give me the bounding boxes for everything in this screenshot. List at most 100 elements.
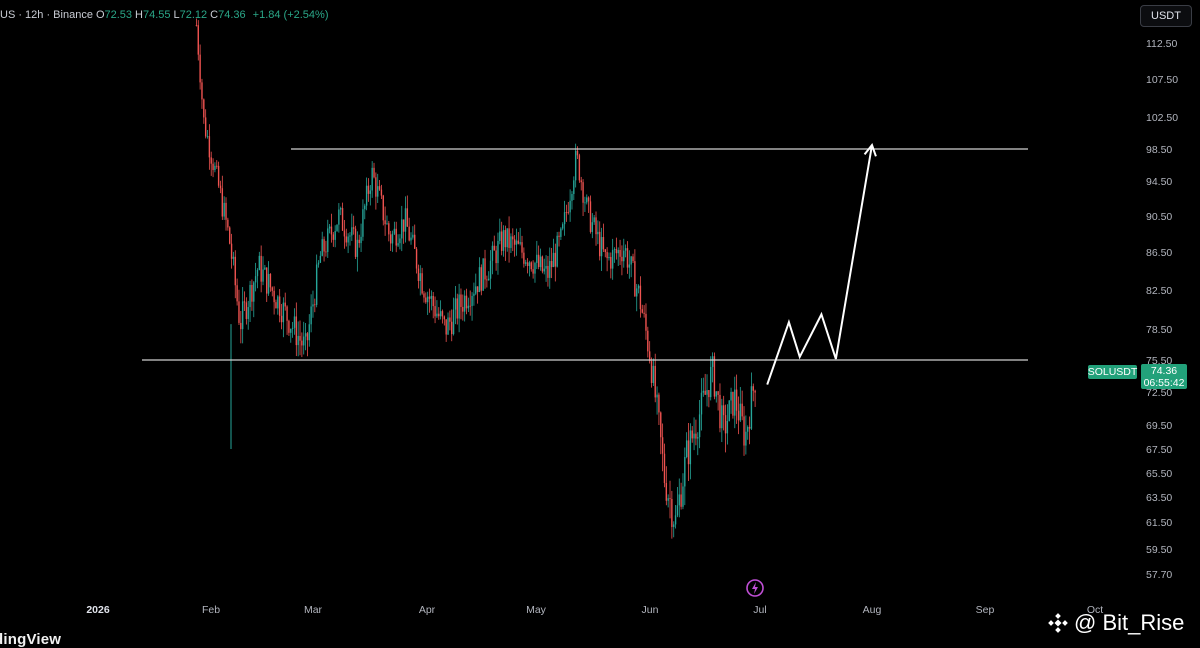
currency-button[interactable]: USDT [1140, 5, 1192, 27]
last-price: 74.36 [1150, 365, 1178, 377]
candle-body [439, 311, 442, 317]
candle-body [560, 228, 562, 237]
candle-body [195, 25, 198, 26]
candle-body [267, 273, 270, 294]
candle-body [589, 201, 592, 232]
candle-body [214, 165, 216, 171]
candle-body [438, 313, 440, 317]
projection-path [766, 142, 877, 385]
candle-body [678, 494, 680, 506]
candle-body [652, 365, 655, 383]
candle-body [711, 356, 714, 367]
candle-body [656, 394, 658, 398]
candle-body [643, 312, 645, 314]
candle-body [262, 269, 264, 282]
candle-body [319, 255, 322, 263]
candle-body [562, 224, 564, 229]
candle-body [704, 390, 706, 395]
candle-body [304, 333, 307, 337]
candle-body [602, 237, 605, 250]
candle-body [636, 288, 638, 297]
candle-body [321, 239, 323, 256]
last-price-badge: 74.36 06:55:42 [1141, 364, 1187, 389]
candle-body [734, 389, 736, 416]
candle-body [445, 319, 447, 335]
candle-body [476, 286, 479, 293]
candle-body [543, 268, 545, 272]
candle-body [362, 209, 364, 237]
time-tick-label: Mar [304, 604, 323, 616]
price-tick-label: 90.50 [1146, 211, 1172, 223]
candle-body [236, 285, 238, 302]
candle-body [330, 226, 333, 235]
price-tick-label: 57.70 [1146, 569, 1172, 581]
candle-body [245, 302, 248, 319]
candle-body [571, 193, 573, 201]
symbol-price-tag: SOLUSDT [1087, 365, 1138, 379]
projection-polyline[interactable] [766, 144, 873, 385]
candle-body [743, 416, 745, 446]
candle-body [253, 282, 255, 302]
change-value: +1.84 (+2.54%) [252, 9, 329, 21]
candle-body [216, 165, 218, 167]
candle-body [277, 296, 279, 309]
candle-body [499, 231, 501, 241]
candle-body [391, 233, 394, 244]
price-chart[interactable]: 112.50 107.50 102.50 98.50 94.50 90.50 86.50 82… [0, 0, 1200, 648]
candle-body [654, 365, 656, 398]
candle-body [303, 336, 305, 346]
candle-body [473, 293, 475, 296]
candle-body [408, 226, 410, 241]
candle-body [482, 258, 484, 291]
candle-body [565, 212, 568, 214]
candle-body [378, 186, 381, 190]
candle-body [454, 298, 457, 310]
candle-body [386, 223, 388, 225]
candle-body [747, 426, 749, 432]
candle-body [569, 200, 571, 213]
time-tick-label: May [526, 604, 547, 616]
price-tick-label: 78.50 [1146, 324, 1172, 336]
price-tick-label: 69.50 [1146, 420, 1172, 432]
time-tick-label: Jun [642, 604, 659, 616]
candle-body [517, 240, 520, 244]
candle-body [717, 391, 719, 395]
candle-body [428, 296, 431, 299]
candle-body [502, 230, 505, 251]
candle-body [284, 302, 286, 307]
candle-body [240, 322, 242, 330]
watermark-handle: @ Bit_Rise [1074, 610, 1185, 635]
candle-body [425, 297, 427, 303]
candle-body [475, 286, 477, 294]
candle-body [493, 245, 495, 251]
candle-body [508, 228, 510, 248]
candle-body [382, 195, 384, 221]
candle-body [500, 231, 503, 251]
candle-body [264, 267, 266, 270]
candle-body [695, 433, 697, 439]
price-tick-label: 82.50 [1146, 285, 1172, 297]
candle-body [578, 155, 581, 181]
candle-body [748, 426, 751, 429]
candle-body [356, 239, 359, 257]
candle-body [623, 250, 625, 262]
candle-body [229, 227, 231, 244]
candle-body [600, 237, 603, 257]
lightning-icon[interactable] [745, 578, 765, 598]
time-tick-label: Aug [863, 604, 882, 616]
candle-body [341, 208, 344, 231]
candle-body [441, 311, 444, 317]
candle-body [739, 403, 742, 421]
candle-body [626, 248, 629, 268]
candle-body [306, 333, 309, 341]
candle-body [406, 208, 409, 227]
candle-body [377, 186, 379, 197]
candle-body [230, 243, 233, 259]
candle-body [611, 250, 614, 269]
candle-body [534, 262, 536, 274]
candle-body [467, 305, 470, 309]
candle-body [478, 267, 481, 293]
candle-body [463, 295, 466, 312]
candle-body [515, 240, 518, 245]
candle-body [221, 188, 224, 217]
